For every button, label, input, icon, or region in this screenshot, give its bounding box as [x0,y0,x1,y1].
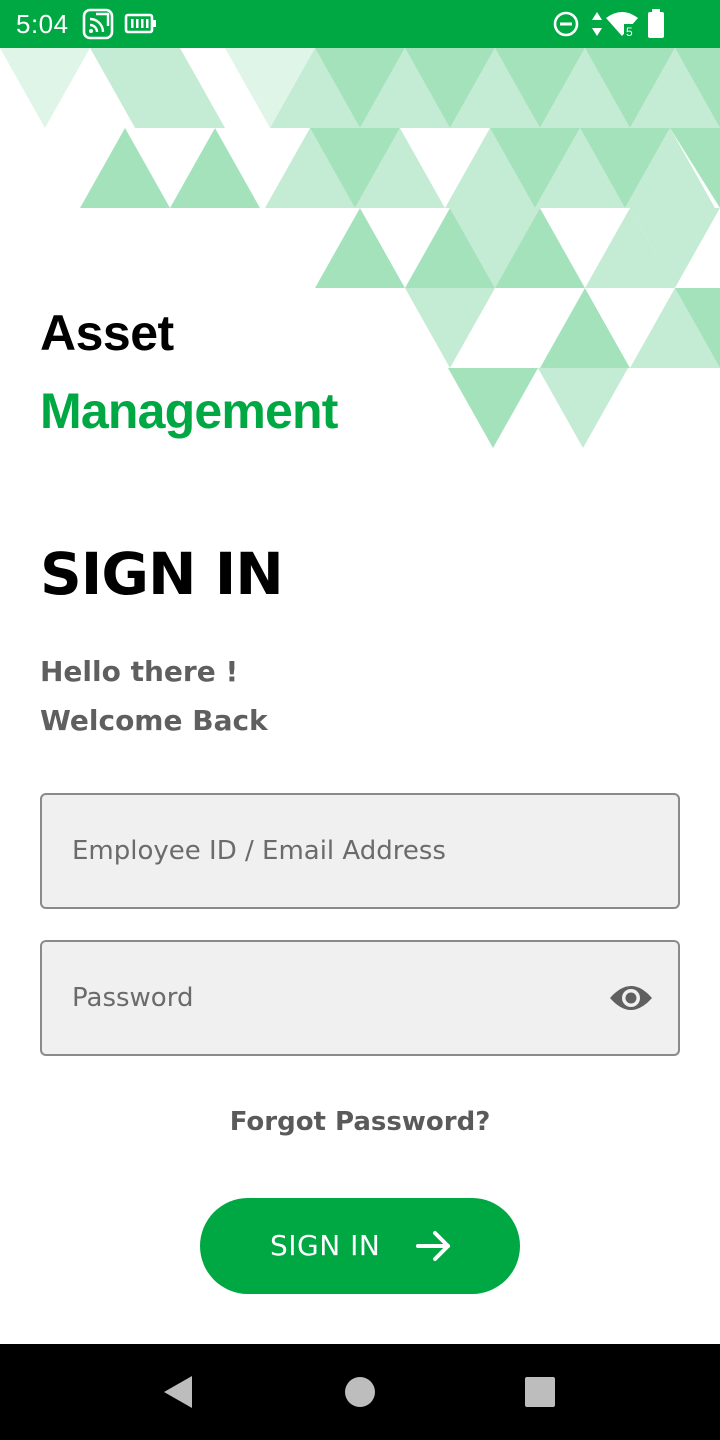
sign-in-button-label: SIGN IN [270,1229,381,1262]
navigation-bar [0,1344,720,1440]
data-arrows-icon [590,10,604,42]
greeting-hello: Hello there ! [40,655,239,688]
greeting-welcome: Welcome Back [40,704,268,737]
eye-icon[interactable] [608,980,654,1016]
password-field-container [40,940,680,1056]
wifi-icon: 5 [604,10,640,42]
login-screen: 5:04 5 Asset Management SIGN IN Hello th… [0,0,720,1440]
page-title: SIGN IN [40,540,284,608]
password-field[interactable] [72,942,612,1054]
arrow-right-icon [414,1226,454,1266]
recents-icon[interactable] [520,1372,560,1412]
battery-icon [646,8,666,44]
status-bar: 5:04 5 [0,0,720,48]
app-title-asset: Asset [40,305,174,361]
back-icon[interactable] [158,1372,198,1412]
home-icon[interactable] [340,1372,380,1412]
sign-in-button[interactable]: SIGN IN [200,1198,520,1294]
status-time: 5:04 [16,9,69,39]
forgot-password-link[interactable]: Forgot Password? [0,1102,720,1142]
email-field[interactable] [72,795,612,907]
battery-saver-icon [124,12,158,40]
cast-icon [82,8,114,44]
email-field-container [40,793,680,909]
do-not-disturb-icon [552,10,580,42]
app-title-management: Management [40,383,338,439]
svg-text:5: 5 [626,25,633,38]
